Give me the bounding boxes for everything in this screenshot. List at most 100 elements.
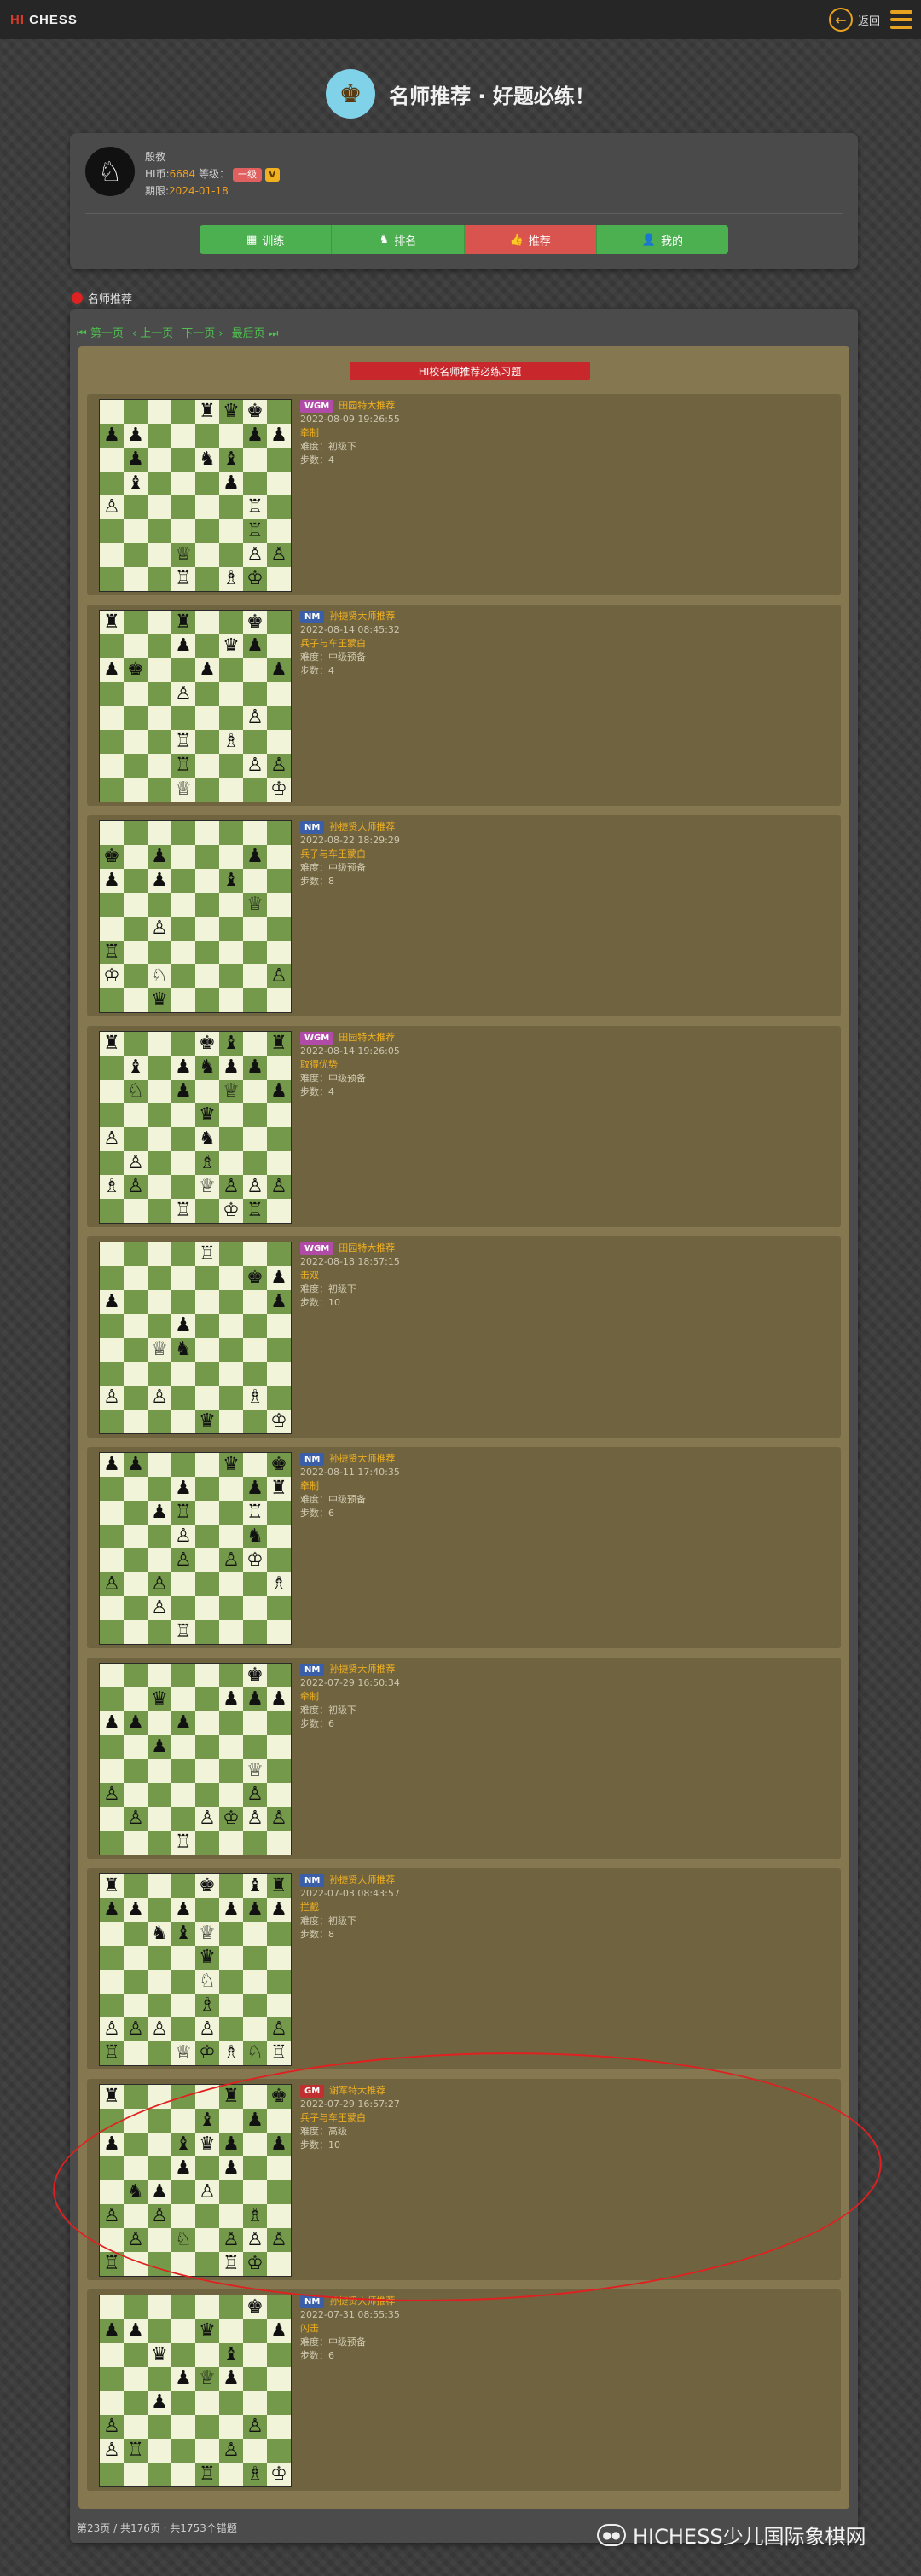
board-square [195,634,219,658]
puzzle-card[interactable]: ♚ ♛ ♟ ♟ ♟ ♟ ♟ ♟ ♟ ♕ ♙ ♙ ♙ ♙ ♔ ♙ ♙ ♖ NM 孙捷贤大师推荐 2022-07-29 16… [87,1658,841,1859]
board-square: ♔ [267,1410,291,1433]
board-square [148,567,171,591]
board-square [124,611,148,634]
profile-panel: ♘ 殷教 HI币:6684 等级： 一级 V 期限:2024-01-18 ▦ 训练 ♞… [70,133,858,269]
board-square [267,1151,291,1175]
board-square [171,1103,195,1127]
board-square [124,1525,148,1548]
board-square: ♙ [243,706,267,730]
board-square: ♟ [124,1711,148,1735]
back-button[interactable]: ← 返回 [828,8,880,32]
board-square [195,472,219,495]
last-page-link[interactable]: 最后页 ⏭ [232,324,279,340]
board-square: ♖ [171,730,195,754]
title-badge: WGM [300,1242,334,1255]
board-square [243,1338,267,1362]
board-square: ♟ [267,1080,291,1103]
chess-board[interactable]: ♚ ♛ ♟ ♟ ♟ ♟ ♟ ♟ ♟ ♕ ♙ ♙ ♙ ♙ ♔ ♙ ♙ ♖ [99,1663,292,1855]
puzzle-card[interactable]: ♖ ♚ ♟ ♟ ♟ ♟ ♕ ♞ ♙ ♙ ♗ ♛ ♔ WGM 田园特大推荐 2022-08-18 18:57:1… [87,1236,841,1438]
board-square [148,1946,171,1970]
puzzle-card[interactable]: ♟ ♟ ♛ ♚ ♟ ♟ ♜ ♟ ♖ ♖ ♙ ♞ ♙ ♙ ♔ ♙ ♙ ♗ ♙ ♖ NM 孙捷贤大师推荐 2022-08-11 … [87,1447,841,1648]
board-square: ♟ [243,1056,267,1080]
board-square [219,2180,243,2204]
board-square [100,2180,124,2204]
puzzle-card[interactable]: ♜ ♜ ♚ ♝ ♟ ♟ ♝ ♛ ♟ ♟ ♟ ♟ ♞ ♟ ♙ ♙ ♙ ♗ ♙ ♘ ♙ ♙ ♙ ♖ ♖ ♔ GM 谢军特大推荐 2022-0… [87,2079,841,2280]
board-square [124,1735,148,1759]
board-square [100,821,124,845]
first-page-link[interactable]: ⏮ 第一页 [77,324,124,340]
board-square [148,424,171,448]
chess-board[interactable]: ♜ ♜ ♚ ♝ ♟ ♟ ♝ ♛ ♟ ♟ ♟ ♟ ♞ ♟ ♙ ♙ ♙ ♗ ♙ ♘ ♙ ♙ ♙ ♖ ♖ ♔ [99,2084,292,2277]
chess-board[interactable]: ♚ ♟ ♟ ♟ ♟ ♝ ♕ ♙ ♖ ♔ ♘ ♙ ♛ [99,820,292,1013]
board-square: ♚ [267,1453,291,1477]
board-square: ♙ [100,2017,124,2041]
board-square [219,658,243,682]
tab-ranking[interactable]: ♞ 排名 [332,225,465,254]
board-square [195,1338,219,1362]
chess-board[interactable]: ♜ ♚ ♝ ♜ ♝ ♟ ♞ ♟ ♟ ♘ ♟ ♕ ♟ ♛ ♙ ♞ ♙ ♗ ♗ ♙ ♕ ♙ ♙ ♙ ♖ ♔ ♖ [99,1031,292,1224]
chess-board[interactable]: ♜ ♛ ♚ ♟ ♟ ♟ ♟ ♟ ♞ ♝ ♝ ♟ ♙ ♖ ♖ ♕ ♙ ♙ ♖ ♗ ♔ [99,399,292,592]
chess-board[interactable]: ♖ ♚ ♟ ♟ ♟ ♟ ♕ ♞ ♙ ♙ ♗ ♛ ♔ [99,1242,292,1434]
board-square [219,1970,243,1994]
next-page-link[interactable]: 下一页 › [182,324,223,340]
board-square [100,1922,124,1946]
board-square [219,821,243,845]
puzzle-card[interactable]: ♚ ♟ ♟ ♟ ♟ ♝ ♕ ♙ ♖ ♔ ♘ ♙ ♛ NM 孙捷贤大师推荐 2022-08-22 18:29:2… [87,815,841,1016]
board-square [195,1572,219,1596]
board-square: ♜ [267,1874,291,1898]
title-badge: NM [300,2295,325,2308]
board-square [267,845,291,869]
hamburger-menu-icon[interactable] [890,10,912,29]
chess-board[interactable]: ♚ ♟ ♟ ♛ ♟ ♛ ♝ ♟ ♕ ♟ ♟ ♙ ♙ ♙ ♖ ♙ ♖ ♗ ♔ [99,2295,292,2487]
board-square: ♟ [267,2319,291,2343]
puzzle-card[interactable]: ♜ ♚ ♝ ♜ ♟ ♟ ♟ ♟ ♟ ♟ ♞ ♝ ♕ ♛ ♘ ♗ ♙ ♙ ♙ ♙ ♙ ♖ ♕ ♔ ♗ ♘ ♖ NM 孙捷贤大师推荐 2022… [87,1868,841,2069]
tab-recommend[interactable]: 👍 推荐 [464,225,597,254]
board-square [267,706,291,730]
board-square [243,1453,267,1477]
board-square [267,682,291,706]
board-square [148,1103,171,1127]
board-square [124,2391,148,2415]
board-square [148,821,171,845]
board-square [243,1103,267,1127]
board-square [100,1664,124,1687]
board-square [148,1056,171,1080]
puzzle-difficulty: 难度：中级预备 [300,1073,366,1084]
board-square [100,1946,124,1970]
board-square [124,2085,148,2109]
board-square [124,2109,148,2133]
chess-board[interactable]: ♜ ♜ ♚ ♟ ♛ ♟ ♟ ♚ ♟ ♟ ♙ ♙ ♖ ♗ ♖ ♙ ♙ ♕ ♔ [99,610,292,802]
board-square [124,1127,148,1151]
puzzle-card[interactable]: ♜ ♚ ♝ ♜ ♝ ♟ ♞ ♟ ♟ ♘ ♟ ♕ ♟ ♛ ♙ ♞ ♙ ♗ ♗ ♙ ♕ ♙ ♙ ♙ ♖ ♔ ♖ WGM 田园特大推荐 2022… [87,1026,841,1227]
board-square [195,567,219,591]
puzzle-card[interactable]: ♚ ♟ ♟ ♛ ♟ ♛ ♝ ♟ ♕ ♟ ♟ ♙ ♙ ♙ ♖ ♙ ♖ ♗ ♔ NM 孙捷贤大师推荐 2022-07-31 0… [87,2289,841,2491]
tab-mine[interactable]: 👤 我的 [596,225,728,254]
board-square: ♛ [195,1946,219,1970]
chess-board[interactable]: ♟ ♟ ♛ ♚ ♟ ♟ ♜ ♟ ♖ ♖ ♙ ♞ ♙ ♙ ♔ ♙ ♙ ♗ ♙ ♖ [99,1452,292,1645]
board-square: ♜ [100,611,124,634]
board-square [219,543,243,567]
prev-page-link[interactable]: ‹ 上一页 [132,324,173,340]
board-square [148,2367,171,2391]
board-square [124,1970,148,1994]
puzzle-card[interactable]: ♜ ♜ ♚ ♟ ♛ ♟ ♟ ♚ ♟ ♟ ♙ ♙ ♖ ♗ ♖ ♙ ♙ ♕ ♔ NM 孙捷贤大师推荐 2022-08-14 0… [87,605,841,806]
chess-board[interactable]: ♜ ♚ ♝ ♜ ♟ ♟ ♟ ♟ ♟ ♟ ♞ ♝ ♕ ♛ ♘ ♗ ♙ ♙ ♙ ♙ ♙ ♖ ♕ ♔ ♗ ♘ ♖ [99,1873,292,2066]
board-square: ♟ [100,658,124,682]
avatar[interactable]: ♘ [85,147,135,196]
board-square: ♟ [100,1453,124,1477]
board-square [267,1362,291,1386]
tab-training[interactable]: ▦ 训练 [200,225,333,254]
board-square [243,1596,267,1620]
board-square [148,1032,171,1056]
title-badge: NM [300,1873,325,1887]
puzzle-card[interactable]: ♜ ♛ ♚ ♟ ♟ ♟ ♟ ♟ ♞ ♝ ♝ ♟ ♙ ♖ ♖ ♕ ♙ ♙ ♖ ♗ ♔ WGM 田园特大推荐 2022-08-09… [87,394,841,595]
board-square: ♕ [243,893,267,917]
board-square [171,1946,195,1970]
app-logo[interactable]: HI CHESS [10,13,78,27]
board-square: ♕ [243,1759,267,1783]
board-square: ♔ [267,778,291,802]
board-square [171,495,195,519]
puzzle-info: WGM 田园特大推荐 2022-08-14 19:26:05 取得优势 难度：中级预备步… [300,1031,400,1099]
board-square [148,472,171,495]
board-square: ♟ [267,1687,291,1711]
